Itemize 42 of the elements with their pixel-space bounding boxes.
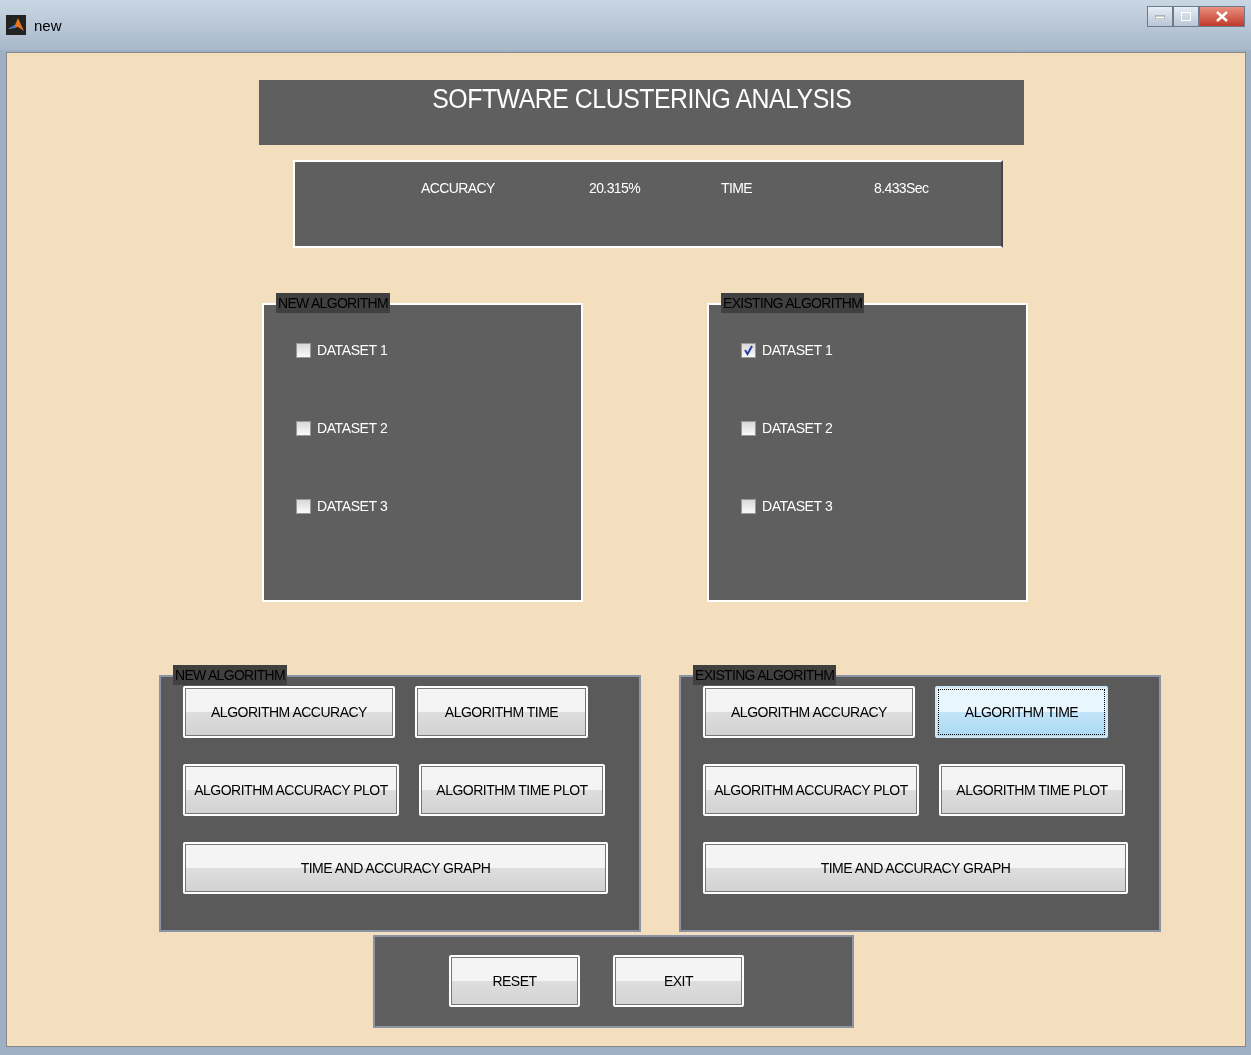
action-button[interactable]: ALGORITHM TIME PLOT	[419, 764, 605, 816]
checkbox[interactable]	[741, 342, 756, 358]
action-button[interactable]: TIME AND ACCURACY GRAPH	[703, 842, 1128, 894]
window-title: new	[34, 16, 62, 34]
checkbox[interactable]	[296, 420, 311, 436]
maximize-button[interactable]	[1173, 6, 1199, 27]
check-icon	[743, 344, 754, 356]
close-button[interactable]	[1199, 6, 1245, 27]
stat-value: 8.433Sec	[874, 180, 930, 198]
dataset-checkbox[interactable]: DATASET 3	[741, 495, 1026, 517]
dataset-checkbox[interactable]: DATASET 3	[296, 495, 581, 517]
action-button[interactable]: ALGORITHM ACCURACY	[703, 686, 915, 738]
stat-value: 20.315%	[589, 180, 642, 198]
footer-button[interactable]: RESET	[449, 955, 580, 1007]
panel-title: NEW ALGORITHM	[173, 665, 287, 685]
action-button[interactable]: ALGORITHM ACCURACY PLOT	[703, 764, 919, 816]
action-button[interactable]: ALGORITHM TIME	[415, 686, 588, 738]
dataset-checkbox[interactable]: DATASET 2	[296, 417, 581, 439]
close-icon	[1216, 11, 1228, 22]
action-button[interactable]: ALGORITHM ACCURACY PLOT	[183, 764, 399, 816]
stat-label: TIME	[721, 180, 754, 198]
panel-title: EXISTING ALGORITHM	[693, 665, 837, 685]
footer-button[interactable]: EXIT	[613, 955, 744, 1007]
action-button[interactable]: ALGORITHM TIME PLOT	[939, 764, 1125, 816]
dataset-checkbox[interactable]: DATASET 1	[296, 339, 581, 361]
dataset-checkbox[interactable]: DATASET 1	[741, 339, 1026, 361]
minimize-button[interactable]	[1147, 6, 1173, 27]
app-icon	[6, 15, 26, 35]
stat-label: ACCURACY	[421, 180, 496, 198]
maximize-icon	[1181, 12, 1191, 21]
dataset-checkbox[interactable]: DATASET 2	[741, 417, 1026, 439]
panel-title: NEW ALGORITHM	[276, 293, 390, 313]
action-button[interactable]: ALGORITHM ACCURACY	[183, 686, 395, 738]
checkbox[interactable]	[296, 342, 311, 358]
action-button[interactable]: TIME AND ACCURACY GRAPH	[183, 842, 608, 894]
action-button[interactable]: ALGORITHM TIME	[935, 686, 1108, 738]
minimize-icon	[1155, 14, 1165, 19]
app-title: SOFTWARE CLUSTERING ANALYSIS	[431, 84, 852, 116]
panel-title: EXISTING ALGORITHM	[721, 293, 865, 313]
checkbox[interactable]	[296, 498, 311, 514]
checkbox[interactable]	[741, 420, 756, 436]
checkbox[interactable]	[741, 498, 756, 514]
